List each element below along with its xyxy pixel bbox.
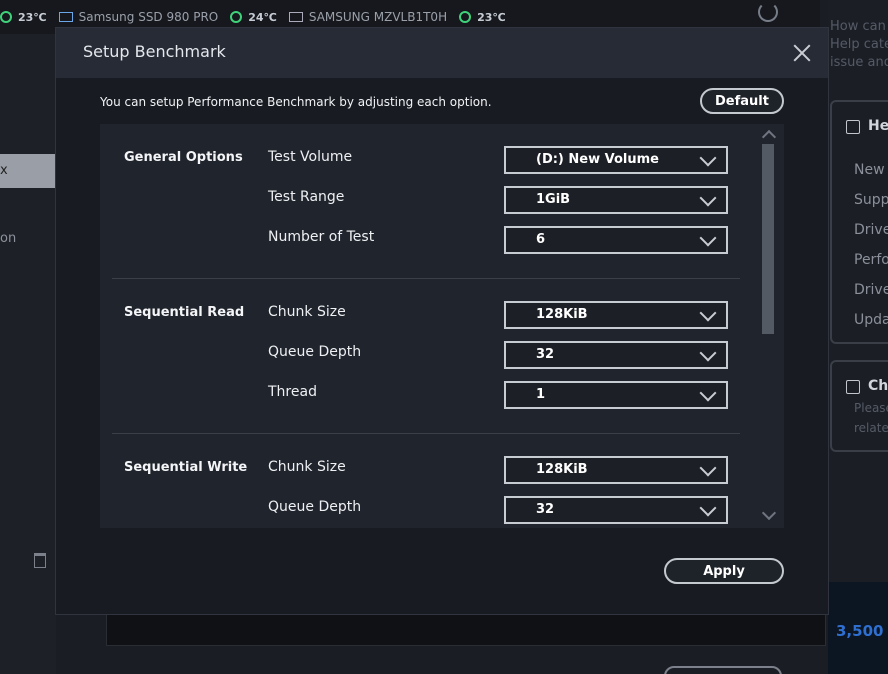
drive-icon bbox=[288, 12, 303, 22]
chevron-down-icon bbox=[699, 149, 717, 167]
help-line: Help cate bbox=[830, 37, 888, 52]
help-panel: How can Help cate issue and He New I Sup… bbox=[828, 0, 888, 674]
select-value: 128KiB bbox=[536, 307, 588, 322]
device-segment-1[interactable]: Samsung SSD 980 PRO bbox=[58, 10, 219, 24]
refresh-icon[interactable] bbox=[758, 2, 778, 22]
setup-benchmark-dialog: Setup Benchmark You can setup Performanc… bbox=[56, 28, 828, 614]
dialog-title: Setup Benchmark bbox=[83, 42, 226, 61]
temperature-ring-icon bbox=[0, 11, 12, 23]
select-value: 128KiB bbox=[536, 462, 588, 477]
chevron-down-icon bbox=[699, 189, 717, 207]
help-text: How can Help cate issue and bbox=[830, 18, 888, 72]
write-queue-depth-label: Queue Depth bbox=[268, 499, 362, 515]
read-chunk-size-label: Chunk Size bbox=[268, 304, 346, 320]
chat-icon bbox=[846, 380, 860, 394]
select-value: 6 bbox=[536, 232, 546, 247]
test-range-label: Test Range bbox=[268, 189, 345, 205]
number-of-test-select[interactable]: 6 bbox=[504, 226, 728, 254]
dialog-description: You can setup Performance Benchmark by a… bbox=[100, 95, 492, 109]
temperature-value: 23℃ bbox=[18, 10, 47, 24]
section-title-general: General Options bbox=[124, 150, 243, 165]
help-card-title: He bbox=[868, 118, 888, 134]
write-queue-depth-select[interactable]: 32 bbox=[504, 496, 728, 524]
test-volume-label: Test Volume bbox=[268, 149, 353, 165]
temperature-ring-icon bbox=[230, 11, 243, 23]
help-link[interactable]: Perfo bbox=[854, 252, 888, 268]
sidebar-item-active[interactable]: x bbox=[0, 154, 56, 188]
section-divider bbox=[112, 433, 740, 434]
chevron-down-icon bbox=[699, 459, 717, 477]
temperature-ring-icon bbox=[459, 11, 472, 23]
temperature-value: 23℃ bbox=[477, 10, 506, 24]
temp-segment-2: 24℃ bbox=[230, 11, 277, 24]
promo-banner[interactable]: 3,500 bbox=[828, 582, 888, 674]
monitor-icon bbox=[58, 12, 73, 22]
chat-card[interactable]: Cha Please relate bbox=[830, 360, 888, 452]
select-value: 32 bbox=[536, 347, 555, 362]
dialog-body: You can setup Performance Benchmark by a… bbox=[56, 78, 828, 614]
help-line: How can bbox=[830, 19, 886, 34]
section-title-seq-read: Sequential Read bbox=[124, 305, 245, 320]
read-queue-depth-select[interactable]: 32 bbox=[504, 341, 728, 369]
chevron-down-icon bbox=[699, 499, 717, 517]
select-value: (D:) New Volume bbox=[536, 152, 659, 167]
chevron-down-icon bbox=[699, 304, 717, 322]
trash-icon[interactable] bbox=[34, 553, 46, 568]
close-icon[interactable] bbox=[793, 44, 811, 62]
chevron-down-icon bbox=[699, 229, 717, 247]
chat-card-text: Please bbox=[854, 401, 888, 415]
device-name: Samsung SSD 980 PRO bbox=[78, 10, 219, 24]
write-chunk-size-label: Chunk Size bbox=[268, 459, 346, 475]
default-button[interactable]: Default bbox=[700, 88, 784, 114]
scroll-down-icon[interactable] bbox=[761, 505, 777, 521]
bottom-pill-button[interactable] bbox=[664, 666, 782, 674]
read-chunk-size-select[interactable]: 128KiB bbox=[504, 301, 728, 329]
apply-button[interactable]: Apply bbox=[664, 558, 784, 584]
read-thread-select[interactable]: 1 bbox=[504, 381, 728, 409]
test-range-select[interactable]: 1GiB bbox=[504, 186, 728, 214]
write-chunk-size-select[interactable]: 128KiB bbox=[504, 456, 728, 484]
chevron-down-icon bbox=[699, 344, 717, 362]
select-value: 1GiB bbox=[536, 192, 571, 207]
read-queue-depth-label: Queue Depth bbox=[268, 344, 362, 360]
section-title-seq-write: Sequential Write bbox=[124, 460, 248, 475]
promo-text: 3,500 bbox=[836, 622, 884, 640]
read-thread-label: Thread bbox=[268, 384, 317, 400]
help-line: issue and bbox=[830, 55, 888, 70]
bottom-panel bbox=[106, 612, 826, 646]
device-name: SAMSUNG MZVLB1T0H bbox=[308, 10, 448, 24]
section-divider bbox=[112, 278, 740, 279]
test-volume-select[interactable]: (D:) New Volume bbox=[504, 146, 728, 174]
help-icon bbox=[846, 120, 860, 134]
help-link[interactable]: Upda bbox=[854, 312, 888, 328]
options-panel: General Options Test Volume (D:) New Vol… bbox=[100, 124, 784, 528]
help-card: He New I Suppo Drive Perfo Drive Upda bbox=[830, 100, 888, 344]
select-value: 32 bbox=[536, 502, 555, 517]
scrollbar-thumb[interactable] bbox=[762, 144, 774, 334]
chevron-down-icon bbox=[699, 384, 717, 402]
temp-segment-1: 23℃ bbox=[0, 11, 47, 24]
help-link[interactable]: Drive bbox=[854, 282, 888, 298]
left-sidebar bbox=[0, 34, 56, 674]
device-segment-2[interactable]: SAMSUNG MZVLB1T0H bbox=[288, 10, 448, 24]
chat-card-text: relate bbox=[854, 421, 888, 435]
scroll-up-icon[interactable] bbox=[761, 129, 777, 145]
sidebar-item[interactable]: on bbox=[0, 231, 16, 246]
help-link[interactable]: New I bbox=[854, 162, 888, 178]
help-link[interactable]: Suppo bbox=[854, 192, 888, 208]
temperature-value: 24℃ bbox=[248, 10, 277, 24]
help-link[interactable]: Drive bbox=[854, 222, 888, 238]
chat-card-title: Cha bbox=[868, 378, 888, 394]
temp-segment-3: 23℃ bbox=[459, 11, 506, 24]
number-of-test-label: Number of Test bbox=[268, 229, 375, 245]
select-value: 1 bbox=[536, 387, 546, 402]
